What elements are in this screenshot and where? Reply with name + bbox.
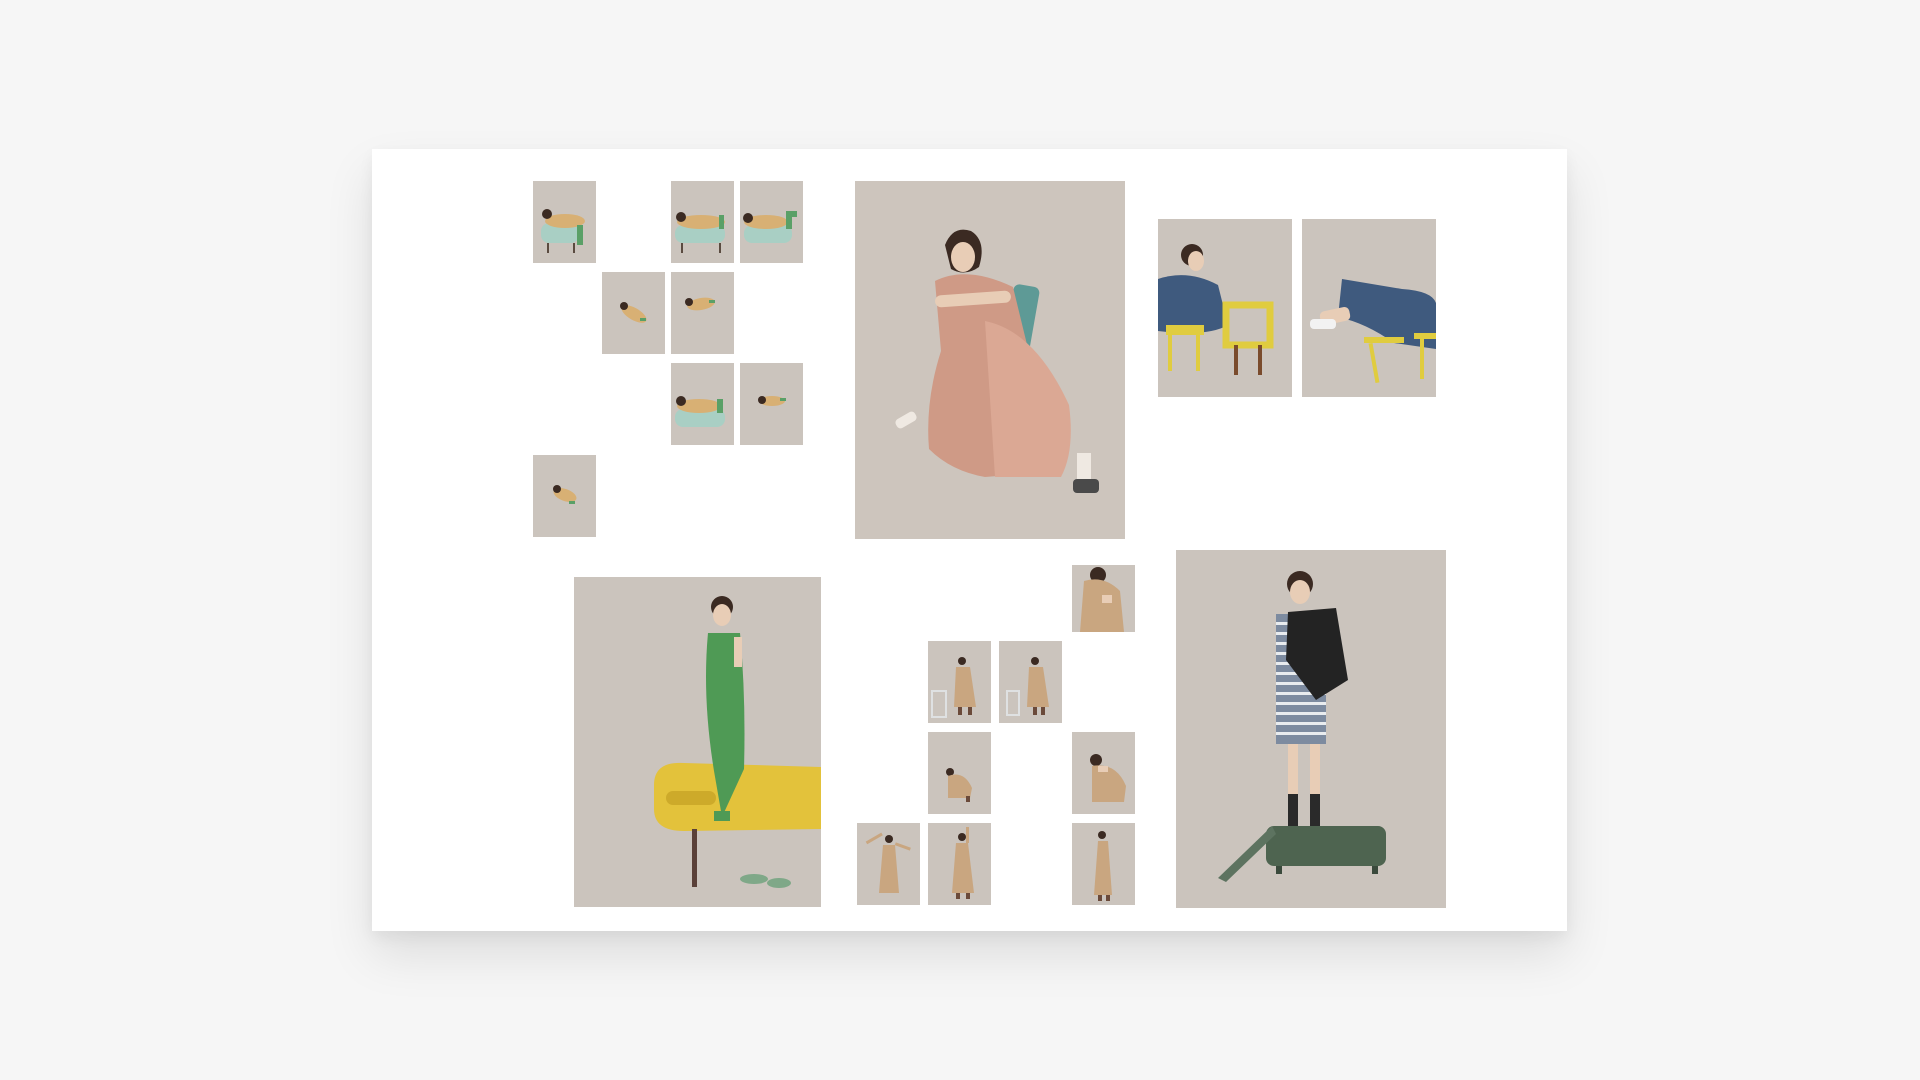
thumbnail-floral-curled-4[interactable] [533, 455, 596, 537]
thumbnail-floral-curled-2[interactable] [671, 272, 734, 354]
thumbnail-floral-reclining-4[interactable] [671, 363, 734, 445]
thumbnail-trench-hand-raised[interactable] [928, 823, 991, 905]
thumbnail-trench-standing[interactable] [1072, 823, 1135, 905]
photo-green-dress-sofa[interactable] [574, 577, 821, 907]
thumbnail-trench-crouching-1[interactable] [928, 732, 991, 814]
thumbnail-trench-arms-out[interactable] [857, 823, 920, 905]
photo-denim-lying-chairs[interactable] [1302, 219, 1436, 397]
thumbnail-floral-reclining-3[interactable] [740, 181, 803, 263]
thumbnail-floral-curled-3[interactable] [740, 363, 803, 445]
thumbnail-floral-curled-1[interactable] [602, 272, 665, 354]
photo-denim-leaning-stool[interactable] [1158, 219, 1292, 397]
thumbnail-floral-reclining-1[interactable] [533, 181, 596, 263]
photo-blush-dress-seated[interactable] [855, 181, 1125, 539]
thumbnail-trench-ladder-2[interactable] [999, 641, 1062, 723]
photo-striped-shirt-box[interactable] [1176, 550, 1446, 908]
thumbnail-floral-reclining-2[interactable] [671, 181, 734, 263]
thumbnail-trench-crouching-2[interactable] [1072, 732, 1135, 814]
thumbnail-trench-ladder-1[interactable] [928, 641, 991, 723]
thumbnail-trench-detail[interactable] [1072, 565, 1135, 632]
gallery-board [372, 149, 1567, 931]
